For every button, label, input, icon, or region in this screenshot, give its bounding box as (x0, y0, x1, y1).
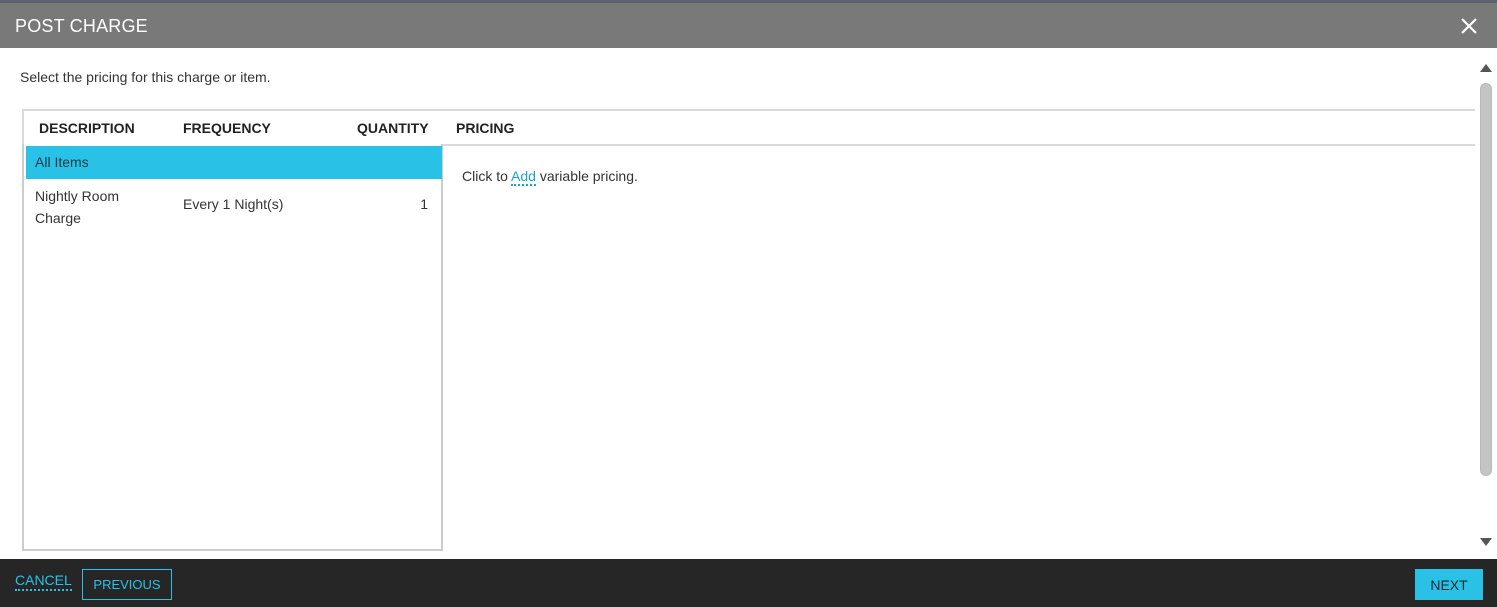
list-item-all-items[interactable]: All Items (26, 146, 442, 179)
dialog-header: POST CHARGE (0, 3, 1497, 48)
pricing-table: DESCRIPTION FREQUENCY QUANTITY PRICING A… (22, 109, 1475, 551)
column-header-quantity: QUANTITY (357, 120, 429, 136)
row-quantity: 1 (420, 196, 428, 212)
list-item-label: All Items (35, 154, 89, 170)
items-list-panel: All Items Nightly Room Charge Every 1 Ni… (22, 144, 443, 551)
add-pricing-link[interactable]: Add (511, 168, 536, 186)
next-button[interactable]: NEXT (1415, 569, 1483, 600)
dialog-footer: CANCEL PREVIOUS NEXT (0, 559, 1497, 607)
scrollbar-thumb[interactable] (1480, 83, 1492, 476)
scroll-up-arrow-icon[interactable] (1479, 60, 1493, 72)
column-header-frequency: FREQUENCY (183, 120, 271, 136)
table-row[interactable]: Nightly Room Charge Every 1 Night(s) 1 (24, 180, 443, 230)
pricing-suffix: variable pricing. (539, 168, 638, 184)
close-icon[interactable] (1458, 15, 1480, 37)
row-description: Nightly Room Charge (35, 188, 120, 226)
pricing-prefix: Click to (462, 168, 508, 184)
cancel-button[interactable]: CANCEL (15, 571, 72, 591)
column-header-pricing: PRICING (456, 120, 515, 136)
scroll-down-arrow-icon[interactable] (1479, 534, 1493, 546)
dialog-title: POST CHARGE (15, 16, 148, 36)
table-header: DESCRIPTION FREQUENCY QUANTITY PRICING (22, 109, 1475, 146)
row-frequency: Every 1 Night(s) (183, 196, 284, 212)
instruction-text: Select the pricing for this charge or it… (20, 69, 271, 85)
pricing-message: Click to Add variable pricing. (462, 168, 638, 186)
previous-button[interactable]: PREVIOUS (82, 569, 172, 600)
column-header-description: DESCRIPTION (39, 120, 135, 136)
